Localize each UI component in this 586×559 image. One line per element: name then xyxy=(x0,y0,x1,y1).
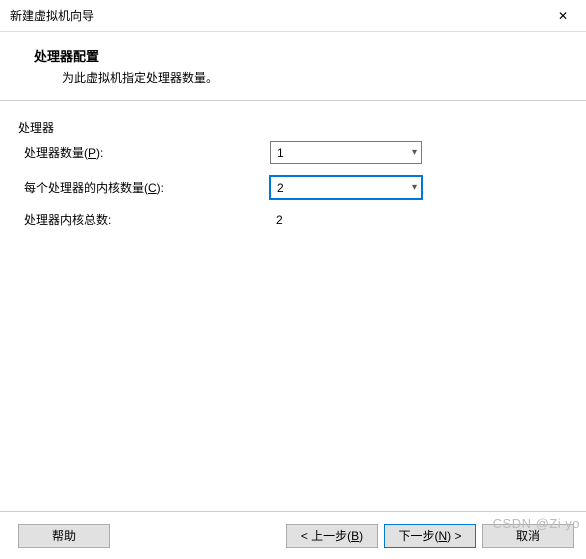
row-total-cores: 处理器内核总数: 2 xyxy=(24,211,568,228)
total-cores-value: 2 xyxy=(270,213,422,227)
cancel-button[interactable]: 取消 xyxy=(482,524,574,548)
group-processors: 处理器 xyxy=(18,119,568,136)
window-title: 新建虚拟机向导 xyxy=(10,7,94,24)
cores-per-processor-select[interactable]: 2 ▾ xyxy=(270,176,422,199)
processor-count-select[interactable]: 1 ▾ xyxy=(270,141,422,164)
titlebar: 新建虚拟机向导 ✕ xyxy=(0,0,586,32)
cores-per-processor-value: 2 xyxy=(277,181,284,195)
row-cores-per-processor: 每个处理器的内核数量(C): 2 ▾ xyxy=(24,176,568,199)
wizard-footer: 帮助 < 上一步(B) 下一步(N) > 取消 xyxy=(0,511,586,559)
close-button[interactable]: ✕ xyxy=(540,0,586,32)
close-icon: ✕ xyxy=(558,9,568,23)
header-title: 处理器配置 xyxy=(34,46,566,65)
chevron-down-icon: ▾ xyxy=(412,147,417,158)
group-title: 处理器 xyxy=(18,119,60,136)
header-subtitle: 为此虚拟机指定处理器数量。 xyxy=(62,69,566,86)
wizard-header: 处理器配置 为此虚拟机指定处理器数量。 xyxy=(0,32,586,101)
chevron-down-icon: ▾ xyxy=(412,182,417,193)
processor-count-value: 1 xyxy=(277,146,284,160)
row-processor-count: 处理器数量(P): 1 ▾ xyxy=(24,141,568,164)
label-processor-count: 处理器数量(P): xyxy=(24,144,270,161)
content-area: 处理器 处理器数量(P): 1 ▾ 每个处理器的内核数量(C): 2 ▾ 处理器… xyxy=(0,101,586,228)
label-cores-per-processor: 每个处理器的内核数量(C): xyxy=(24,179,270,196)
back-button[interactable]: < 上一步(B) xyxy=(286,524,378,548)
wizard-window: 新建虚拟机向导 ✕ 处理器配置 为此虚拟机指定处理器数量。 处理器 处理器数量(… xyxy=(0,0,586,559)
help-button[interactable]: 帮助 xyxy=(18,524,110,548)
next-button[interactable]: 下一步(N) > xyxy=(384,524,476,548)
label-total-cores: 处理器内核总数: xyxy=(24,211,270,228)
